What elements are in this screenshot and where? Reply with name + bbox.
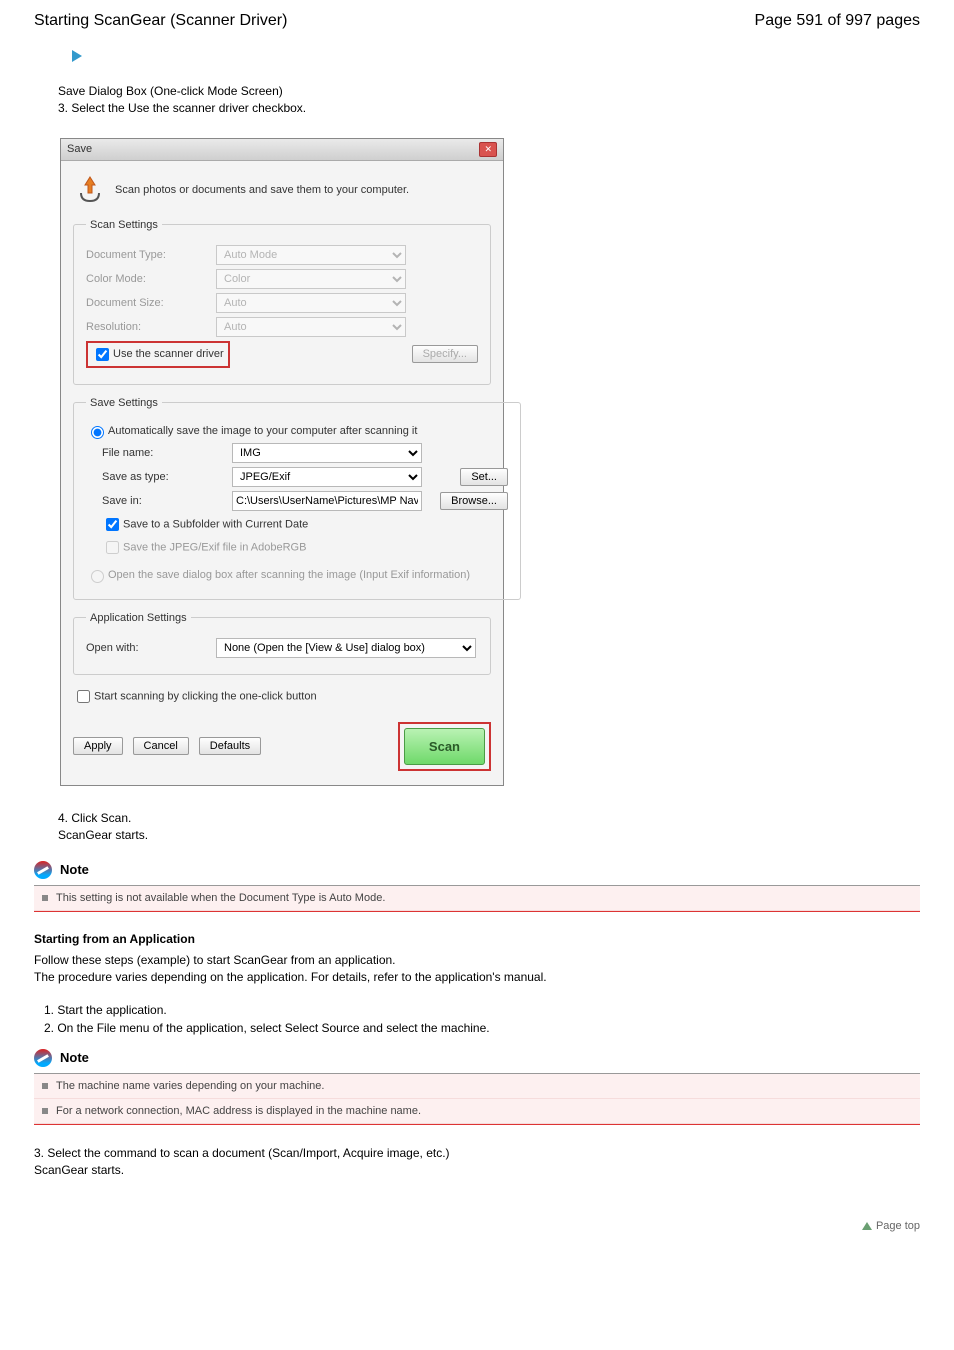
document-size-select: Auto <box>216 293 406 313</box>
scan-button-highlight: Scan <box>398 722 491 771</box>
use-scanner-driver-label: Use the scanner driver <box>113 348 224 360</box>
save-dialog: Save ✕ Scan photos or documents and save… <box>60 138 504 786</box>
color-mode-label: Color Mode: <box>86 273 216 285</box>
set-button[interactable]: Set... <box>460 468 508 486</box>
specify-button: Specify... <box>412 345 478 363</box>
note-1-text: This setting is not available when the D… <box>56 892 385 904</box>
note-2b-text: For a network connection, MAC address is… <box>56 1105 421 1117</box>
page-title: Starting ScanGear (Scanner Driver) <box>34 12 287 30</box>
document-size-label: Document Size: <box>86 297 216 309</box>
save-as-type-label: Save as type: <box>102 471 232 483</box>
note-2a-text: The machine name varies depending on you… <box>56 1080 324 1092</box>
subfolder-label: Save to a Subfolder with Current Date <box>123 518 308 530</box>
bullet-icon <box>42 895 48 901</box>
auto-save-label: Automatically save the image to your com… <box>108 425 417 437</box>
open-dialog-label: Open the save dialog box after scanning … <box>108 569 470 581</box>
link-arrow-icon <box>72 50 82 62</box>
use-scanner-driver-highlight: Use the scanner driver <box>86 341 230 368</box>
page-top-link[interactable]: Page top <box>876 1220 920 1232</box>
scan-settings-group: Scan Settings Document Type: Auto Mode C… <box>73 219 491 385</box>
from-app-para1: Follow these steps (example) to start Sc… <box>34 952 920 987</box>
document-type-select: Auto Mode <box>216 245 406 265</box>
bullet-icon <box>42 1108 48 1114</box>
adobergb-label: Save the JPEG/Exif file in AdobeRGB <box>123 541 306 553</box>
open-dialog-radio <box>91 570 104 583</box>
auto-save-radio[interactable] <box>91 426 104 439</box>
dialog-banner: Scan photos or documents and save them t… <box>115 184 409 196</box>
dialog-title: Save <box>67 143 92 155</box>
open-with-select[interactable]: None (Open the [View & Use] dialog box) <box>216 638 476 658</box>
save-icon <box>75 175 105 205</box>
cancel-button[interactable]: Cancel <box>133 737 189 755</box>
note-label: Note <box>60 862 89 877</box>
one-click-checkbox[interactable] <box>77 690 90 703</box>
intro-text: Save Dialog Box (One-click Mode Screen) … <box>58 83 920 118</box>
after-dialog-text: 4. Click Scan. ScanGear starts. <box>58 810 920 845</box>
file-name-select[interactable]: IMG <box>232 443 422 463</box>
apply-button[interactable]: Apply <box>73 737 123 755</box>
save-settings-group: Save Settings Automatically save the ima… <box>73 397 521 600</box>
save-in-label: Save in: <box>102 495 232 507</box>
save-in-field[interactable] <box>232 491 422 511</box>
note-icon <box>34 861 52 879</box>
bullet-icon <box>42 1083 48 1089</box>
adobergb-checkbox <box>106 541 119 554</box>
defaults-button[interactable]: Defaults <box>199 737 261 755</box>
application-settings-group: Application Settings Open with: None (Op… <box>73 612 491 675</box>
document-type-label: Document Type: <box>86 249 216 261</box>
application-settings-legend: Application Settings <box>86 612 191 624</box>
page-number: Page 591 of 997 pages <box>755 12 920 30</box>
close-icon[interactable]: ✕ <box>479 142 497 157</box>
one-click-label: Start scanning by clicking the one-click… <box>94 690 317 702</box>
resolution-select: Auto <box>216 317 406 337</box>
scan-settings-legend: Scan Settings <box>86 219 162 231</box>
from-app-step3: 3. Select the command to scan a document… <box>34 1145 920 1180</box>
save-as-type-select[interactable]: JPEG/Exif <box>232 467 422 487</box>
note-box-1: This setting is not available when the D… <box>34 885 920 912</box>
note-icon <box>34 1049 52 1067</box>
use-scanner-driver-checkbox[interactable] <box>96 348 109 361</box>
open-with-label: Open with: <box>86 642 216 654</box>
note-label-2: Note <box>60 1050 89 1065</box>
browse-button[interactable]: Browse... <box>440 492 508 510</box>
resolution-label: Resolution: <box>86 321 216 333</box>
from-app-heading: Starting from an Application <box>34 932 920 946</box>
scan-button[interactable]: Scan <box>404 728 485 765</box>
file-name-label: File name: <box>102 447 232 459</box>
from-app-step2: 2. On the File menu of the application, … <box>44 1021 920 1035</box>
save-settings-legend: Save Settings <box>86 397 162 409</box>
subfolder-checkbox[interactable] <box>106 518 119 531</box>
color-mode-select: Color <box>216 269 406 289</box>
page-top-icon <box>862 1222 872 1230</box>
from-app-step1: 1. Start the application. <box>44 1003 920 1017</box>
note-box-2: The machine name varies depending on you… <box>34 1073 920 1125</box>
